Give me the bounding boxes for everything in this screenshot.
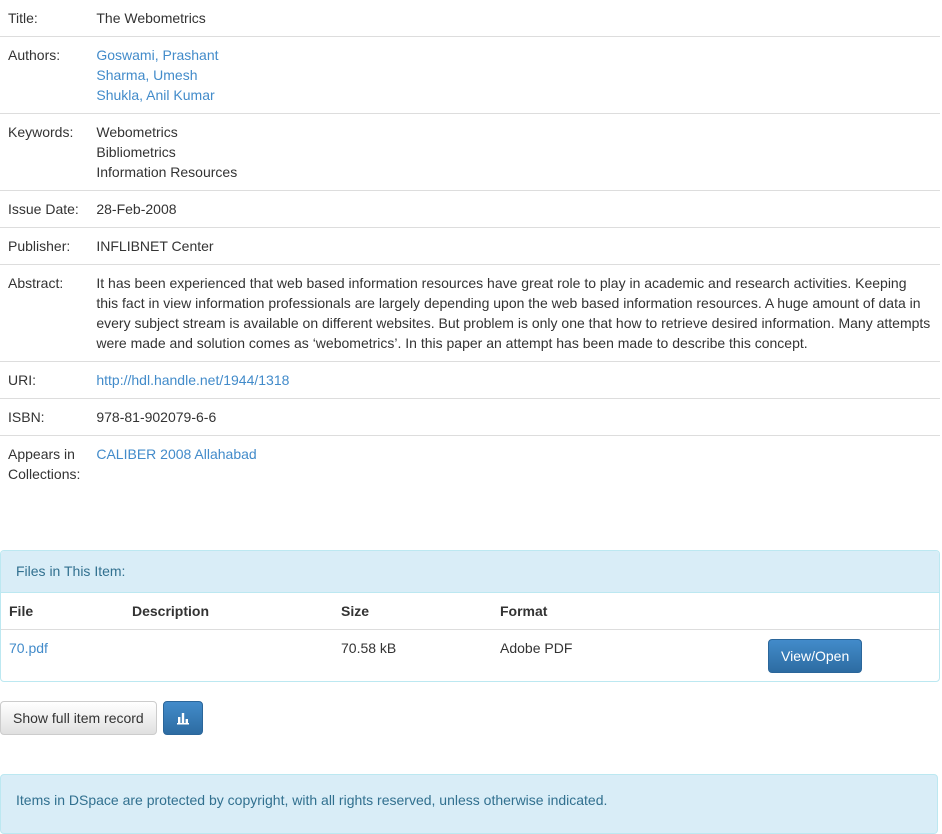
item-metadata-table: Title: The Webometrics Authors: Goswami,…	[0, 0, 940, 492]
metadata-row-uri: URI: http://hdl.handle.net/1944/1318	[0, 361, 940, 399]
metadata-row-keywords: Keywords: Webometrics Bibliometrics Info…	[0, 113, 940, 191]
action-cell: View/Open	[760, 630, 939, 682]
file-cell: 70.pdf	[1, 630, 124, 682]
metadata-label: Keywords:	[0, 113, 89, 191]
files-panel-heading: Files in This Item:	[1, 551, 939, 593]
title-value: The Webometrics	[88, 0, 940, 37]
file-link[interactable]: 70.pdf	[9, 640, 48, 656]
metadata-row-abstract: Abstract: It has been experienced that w…	[0, 264, 940, 362]
files-panel: Files in This Item: File Description Siz…	[0, 550, 940, 682]
metadata-label: Title:	[0, 0, 89, 37]
metadata-row-issue-date: Issue Date: 28-Feb-2008	[0, 190, 940, 228]
column-header-size: Size	[333, 593, 492, 630]
format-cell: Adobe PDF	[500, 640, 573, 656]
description-cell	[124, 630, 333, 682]
size-cell: 70.58 kB	[341, 640, 397, 656]
keyword: Webometrics	[96, 124, 178, 140]
metadata-row-title: Title: The Webometrics	[0, 0, 940, 37]
keywords-value: Webometrics Bibliometrics Information Re…	[88, 113, 940, 191]
isbn-value: 978-81-902079-6-6	[88, 398, 940, 436]
publisher-value: INFLIBNET Center	[88, 227, 940, 265]
show-full-record-button[interactable]: Show full item record	[0, 701, 157, 735]
authors-value: Goswami, Prashant Sharma, Umesh Shukla, …	[88, 36, 940, 114]
author-link[interactable]: Shukla, Anil Kumar	[96, 85, 932, 105]
metadata-row-authors: Authors: Goswami, Prashant Sharma, Umesh…	[0, 36, 940, 114]
author-link[interactable]: Goswami, Prashant	[96, 45, 932, 65]
abstract-value: It has been experienced that web based i…	[88, 264, 940, 362]
metadata-row-isbn: ISBN: 978-81-902079-6-6	[0, 398, 940, 436]
metadata-label: Publisher:	[0, 227, 89, 265]
item-actions: Show full item record	[0, 701, 203, 735]
metadata-label: Appears in Collections:	[8, 446, 81, 482]
statistics-button[interactable]	[162, 701, 203, 735]
metadata-label: Issue Date:	[0, 190, 89, 228]
keyword: Information Resources	[96, 164, 238, 180]
metadata-row-publisher: Publisher: INFLIBNET Center	[0, 227, 940, 265]
handle-link[interactable]: http://hdl.handle.net/1944/1318	[96, 372, 289, 388]
column-header-action	[760, 593, 939, 630]
issue-date-value: 28-Feb-2008	[88, 190, 940, 228]
copyright-notice: Items in DSpace are protected by copyrig…	[0, 774, 938, 834]
column-header-format: Format	[492, 593, 760, 630]
metadata-label: Abstract:	[0, 264, 89, 362]
column-header-file: File	[1, 593, 124, 630]
metadata-label: ISBN:	[0, 398, 89, 436]
bar-chart-icon	[176, 713, 189, 725]
uri-value: http://hdl.handle.net/1944/1318	[88, 361, 940, 399]
collection-link[interactable]: CALIBER 2008 Allahabad	[96, 446, 256, 462]
table-row: 70.pdf 70.58 kB Adobe PDF View/Open	[1, 630, 939, 682]
metadata-row-collections: Appears in Collections: CALIBER 2008 All…	[0, 436, 940, 493]
files-table: File Description Size Format 70.pdf 70.5…	[1, 593, 939, 681]
metadata-label: URI:	[0, 361, 89, 399]
collections-value: CALIBER 2008 Allahabad	[88, 436, 940, 493]
author-link[interactable]: Sharma, Umesh	[96, 65, 932, 85]
view-open-button[interactable]: View/Open	[768, 639, 863, 673]
keyword: Bibliometrics	[96, 144, 176, 160]
files-table-header: File Description Size Format	[1, 593, 939, 630]
metadata-label: Authors:	[0, 36, 89, 114]
column-header-description: Description	[124, 593, 333, 630]
